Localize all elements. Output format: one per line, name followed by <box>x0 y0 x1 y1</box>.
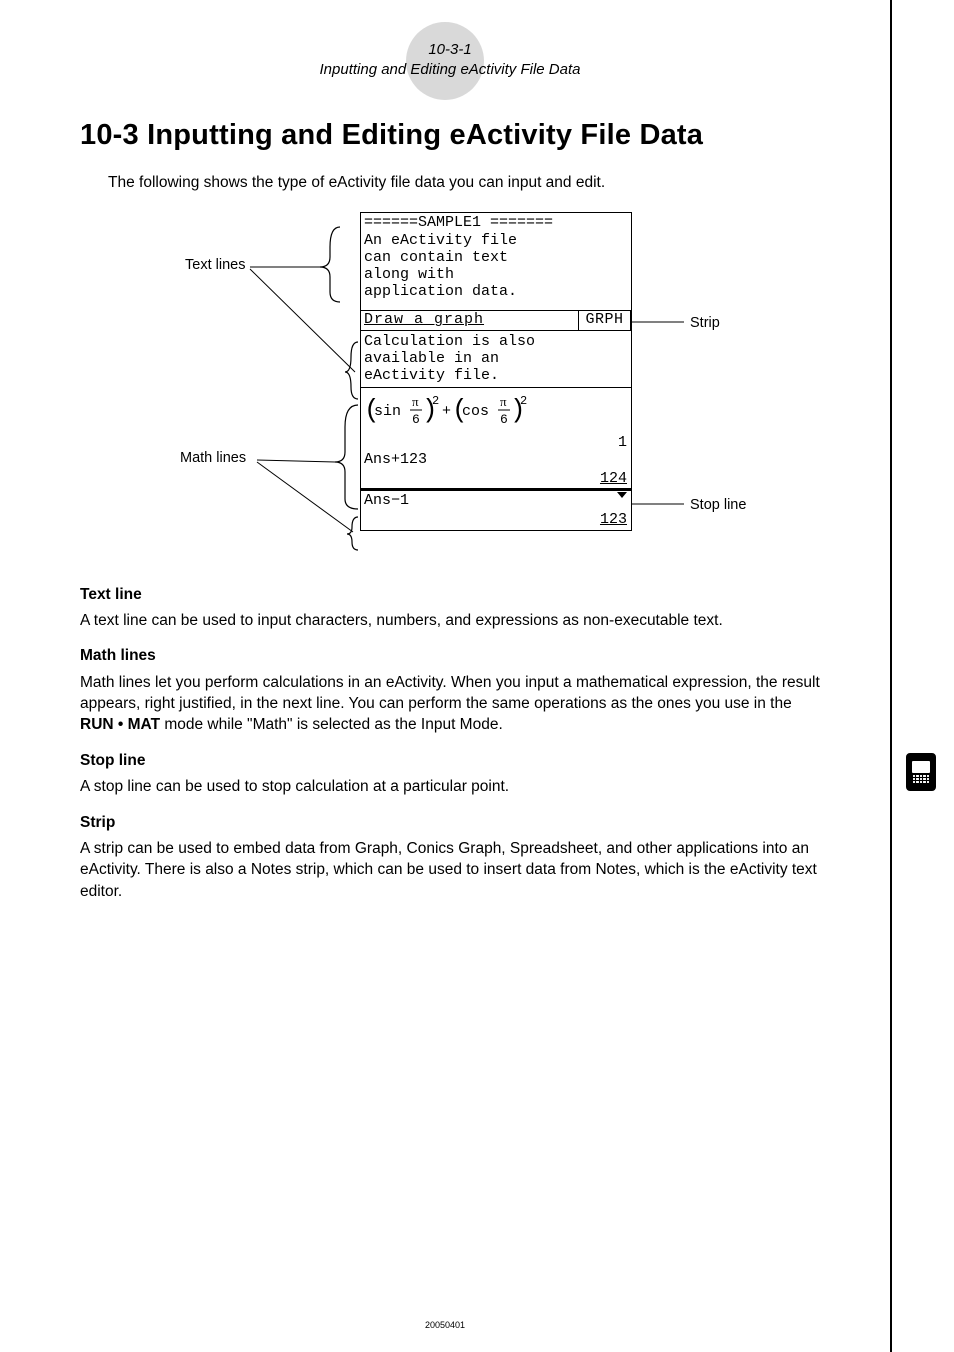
diagram: Text lines Math lines Strip Stop line <box>80 212 820 562</box>
strip-label: Draw a graph <box>361 311 579 330</box>
callout-stop-line: Stop line <box>690 497 746 513</box>
screen-stop-line <box>361 488 631 491</box>
svg-text:+: + <box>442 403 451 420</box>
section-heading-textline: Text line <box>80 584 820 605</box>
calculator-icon <box>906 753 936 791</box>
section-text: Math lines let you perform calculations … <box>80 672 820 736</box>
screen-text-block: An eActivity file can contain text along… <box>361 233 631 302</box>
svg-text:2: 2 <box>520 394 527 408</box>
screen-header: ======SAMPLE1 ======= <box>361 213 631 234</box>
callout-text-lines: Text lines <box>185 257 245 273</box>
header-page-number: 10-3-1 <box>80 40 820 60</box>
section-heading-stopline: Stop line <box>80 750 820 771</box>
screen-ans-line: Ans−1 <box>361 491 631 512</box>
calc-screen: ======SAMPLE1 ======= An eActivity file … <box>360 212 632 532</box>
text-line: application data. <box>364 284 628 301</box>
body-sections: Text line A text line can be used to inp… <box>80 584 820 903</box>
header-page-title: Inputting and Editing eActivity File Dat… <box>80 60 820 80</box>
math-lines-text-part2: mode while "Math" is selected as the Inp… <box>160 716 503 733</box>
page-content: 10-3-1 Inputting and Editing eActivity F… <box>0 0 890 1352</box>
screen-result: 124 <box>361 471 631 488</box>
section-text: A strip can be used to embed data from G… <box>80 838 820 902</box>
page-right-border <box>890 0 892 1352</box>
svg-text:sin: sin <box>374 403 401 420</box>
svg-text:π: π <box>412 394 419 409</box>
formula-svg: ( sin π 6 ) 2 + ( cos π 6 ) 2 <box>364 393 544 427</box>
text-line: An eActivity file <box>364 233 628 250</box>
svg-text:π: π <box>500 394 507 409</box>
section-heading-strip: Strip <box>80 812 820 833</box>
text-line: available in an <box>364 351 628 368</box>
callout-strip: Strip <box>690 315 720 331</box>
screen-calc-text: Calculation is also available in an eAct… <box>361 331 631 386</box>
footer-date: 20050401 <box>425 1320 465 1330</box>
svg-text:cos: cos <box>462 403 489 420</box>
text-line: along with <box>364 267 628 284</box>
strip-button: GRPH <box>579 311 631 330</box>
callout-math-lines: Math lines <box>180 450 246 466</box>
callout-lines-left <box>245 227 365 547</box>
runmat-mode-label: RUN • MAT <box>80 716 160 733</box>
screen-strip-row: Draw a graph GRPH <box>361 310 631 331</box>
section-text: A stop line can be used to stop calculat… <box>80 776 820 797</box>
section-text: A text line can be used to input charact… <box>80 610 820 631</box>
svg-text:6: 6 <box>412 412 420 427</box>
text-line: can contain text <box>364 250 628 267</box>
text-line: eActivity file. <box>364 368 628 385</box>
screen-formula-row: ( sin π 6 ) 2 + ( cos π 6 ) 2 <box>361 388 631 436</box>
callout-lines-right <box>632 312 692 512</box>
svg-text:6: 6 <box>500 412 508 427</box>
scroll-down-icon <box>617 492 627 498</box>
intro-text: The following shows the type of eActivit… <box>108 174 820 192</box>
screen-result: 123 <box>361 512 631 531</box>
screen-ans-line: Ans+123 <box>361 452 631 471</box>
screen-result: 1 <box>361 435 631 452</box>
svg-text:2: 2 <box>432 394 439 408</box>
text-line: Calculation is also <box>364 334 628 351</box>
math-lines-text-part1: Math lines let you perform calculations … <box>80 674 820 712</box>
section-heading-mathlines: Math lines <box>80 645 820 666</box>
page-header: 10-3-1 Inputting and Editing eActivity F… <box>80 40 820 81</box>
page-title: 10-3 Inputting and Editing eActivity Fil… <box>80 119 820 152</box>
